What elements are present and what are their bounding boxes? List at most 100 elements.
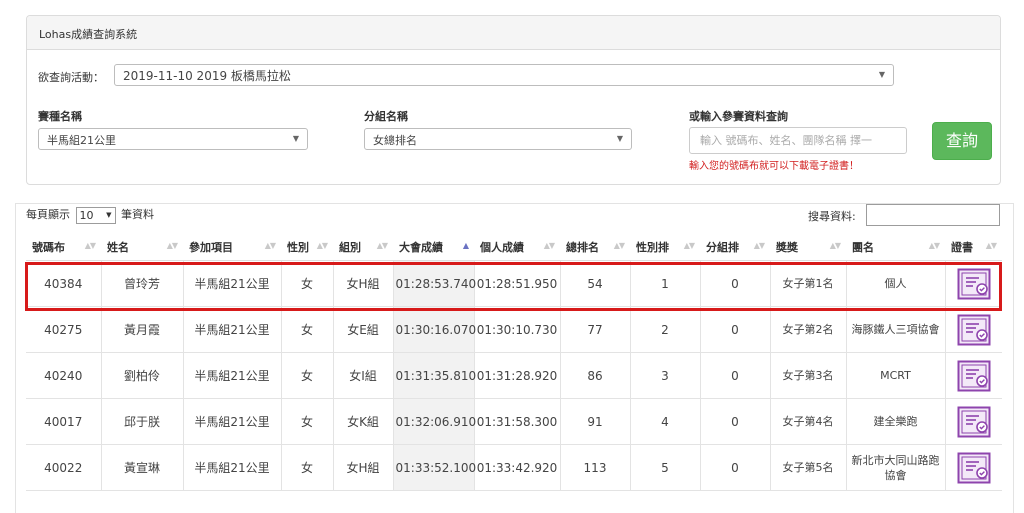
certificate-icon[interactable]	[957, 268, 991, 300]
cell-award: 女子第1名	[769, 260, 846, 307]
cell-group-rank: 0	[699, 444, 770, 491]
cell-certificate	[944, 260, 1002, 307]
cell-group-rank: 0	[699, 352, 770, 399]
cell-group: 女H組	[332, 444, 393, 491]
sort-icon: ▲▼	[829, 241, 841, 250]
certificate-icon[interactable]	[957, 360, 991, 392]
cell-group: 女E組	[332, 306, 393, 353]
column-header-certificate[interactable]: 證書 ▲▼	[945, 233, 1002, 261]
cell-overall: 91	[559, 398, 630, 445]
race-select[interactable]: 半馬組21公里 ▼	[38, 128, 308, 150]
cell-team: 新北市大同山路跑協會	[845, 444, 945, 491]
race-select-value: 半馬組21公里	[47, 134, 116, 147]
cell-team: 建全樂跑	[845, 398, 945, 445]
chevron-down-icon: ▼	[292, 134, 299, 143]
cell-group: 女H組	[332, 260, 393, 307]
race-label: 賽種名稱	[38, 110, 82, 123]
certificate-icon[interactable]	[957, 314, 991, 346]
table-row: 40022 黃宣琳 半馬組21公里 女 女H組 01:33:52.100 01:…	[26, 444, 1002, 491]
query-button[interactable]: 查詢	[932, 122, 992, 160]
table-row: 40384 曾玲芳 半馬組21公里 女 女H組 01:28:53.740 01:…	[26, 260, 1002, 307]
sort-icon: ▲▼	[264, 241, 276, 250]
page-length-value: 10	[79, 208, 94, 222]
cell-gender: 女	[280, 398, 333, 445]
column-header-bib[interactable]: 號碼布 ▲▼	[26, 233, 101, 261]
cell-team: 個人	[845, 260, 945, 307]
cell-bib: 40022	[26, 444, 101, 491]
column-header-gun-time[interactable]: 大會成績 ▲	[393, 233, 474, 261]
certificate-icon[interactable]	[957, 452, 991, 484]
column-header-group-rank[interactable]: 分組排 ▲▼	[700, 233, 770, 261]
cell-gender: 女	[280, 352, 333, 399]
chevron-down-icon: ▼	[878, 70, 885, 79]
cell-name: 黃宣琳	[100, 444, 183, 491]
cell-group: 女I組	[332, 352, 393, 399]
page-length-select[interactable]: 10 ▼	[75, 206, 116, 224]
cell-chip-time: 01:31:58.300	[473, 398, 560, 445]
certificate-icon[interactable]	[957, 406, 991, 438]
cell-gender: 女	[280, 444, 333, 491]
page-length-suffix: 筆資料	[121, 208, 154, 221]
cell-bib: 40275	[26, 306, 101, 353]
cell-chip-time: 01:30:10.730	[473, 306, 560, 353]
page-length-prefix: 每頁顯示	[26, 208, 70, 221]
cell-group: 女K組	[332, 398, 393, 445]
sort-icon: ▲▼	[166, 241, 178, 250]
cell-event: 半馬組21公里	[182, 260, 281, 307]
cell-overall: 86	[559, 352, 630, 399]
cell-overall: 54	[559, 260, 630, 307]
column-header-event[interactable]: 參加項目 ▲▼	[183, 233, 281, 261]
column-header-chip-time[interactable]: 個人成績 ▲▼	[474, 233, 560, 261]
cell-certificate	[944, 444, 1002, 491]
column-header-overall[interactable]: 總排名 ▲▼	[560, 233, 630, 261]
cell-group-rank: 0	[699, 306, 770, 353]
table-row: 40275 黃月霞 半馬組21公里 女 女E組 01:30:16.070 01:…	[26, 306, 1002, 353]
chevron-down-icon: ▼	[106, 210, 112, 219]
activity-label: 欲查詢活動：	[38, 71, 104, 84]
sort-icon: ▲▼	[316, 241, 328, 250]
group-label: 分組名稱	[364, 110, 408, 123]
search-input[interactable]	[689, 127, 907, 154]
cell-certificate	[944, 306, 1002, 353]
column-header-group[interactable]: 組別 ▲▼	[333, 233, 393, 261]
cell-event: 半馬組21公里	[182, 352, 281, 399]
cell-gender: 女	[280, 260, 333, 307]
sort-icon: ▲▼	[376, 241, 388, 250]
cell-gun-time: 01:28:53.740	[392, 260, 476, 307]
search-label: 或輸入參賽資料查詢	[689, 110, 788, 123]
cell-name: 邱于朕	[100, 398, 183, 445]
cell-gender-rank: 3	[629, 352, 700, 399]
cell-gun-time: 01:31:35.810	[392, 352, 476, 399]
cell-bib: 40017	[26, 398, 101, 445]
cell-group-rank: 0	[699, 260, 770, 307]
cell-gender-rank: 1	[629, 260, 700, 307]
cell-award: 女子第5名	[769, 444, 846, 491]
filter-input[interactable]	[866, 204, 1000, 226]
column-header-gender[interactable]: 性別 ▲▼	[281, 233, 333, 261]
cell-event: 半馬組21公里	[182, 398, 281, 445]
chevron-down-icon: ▼	[616, 134, 623, 143]
sort-icon: ▲▼	[928, 241, 940, 250]
cell-name: 劉柏伶	[100, 352, 183, 399]
results-table: 號碼布 ▲▼ 姓名 ▲▼ 參加項目 ▲▼ 性別 ▲▼ 組別 ▲▼ 大會成績 ▲ 個人成績 ▲▼…	[26, 233, 1002, 491]
cell-name: 黃月霞	[100, 306, 183, 353]
sort-icon: ▲▼	[753, 241, 765, 250]
cell-gender-rank: 5	[629, 444, 700, 491]
header-row: 號碼布 ▲▼ 姓名 ▲▼ 參加項目 ▲▼ 性別 ▲▼ 組別 ▲▼ 大會成績 ▲ 個人成績 ▲▼…	[26, 233, 1002, 261]
sort-icon: ▲▼	[613, 241, 625, 250]
cell-team: 海豚鐵人三項協會	[845, 306, 945, 353]
column-header-award[interactable]: 獎獎 ▲▼	[770, 233, 846, 261]
column-header-team[interactable]: 團名 ▲▼	[846, 233, 945, 261]
activity-select-value: 2019-11-10 2019 板橋馬拉松	[123, 69, 291, 83]
page-length-control: 每頁顯示 10 ▼ 筆資料	[26, 206, 154, 224]
activity-select[interactable]: 2019-11-10 2019 板橋馬拉松 ▼	[114, 64, 894, 86]
filter-label: 搜尋資料:	[808, 210, 856, 223]
cell-bib: 40240	[26, 352, 101, 399]
column-header-name[interactable]: 姓名 ▲▼	[101, 233, 183, 261]
cell-name: 曾玲芳	[100, 260, 183, 307]
column-header-gender-rank[interactable]: 性別排 ▲▼	[630, 233, 700, 261]
cell-gender-rank: 2	[629, 306, 700, 353]
cell-certificate	[944, 398, 1002, 445]
sort-ascending-icon: ▲	[462, 241, 469, 250]
group-select[interactable]: 女總排名 ▼	[364, 128, 632, 150]
